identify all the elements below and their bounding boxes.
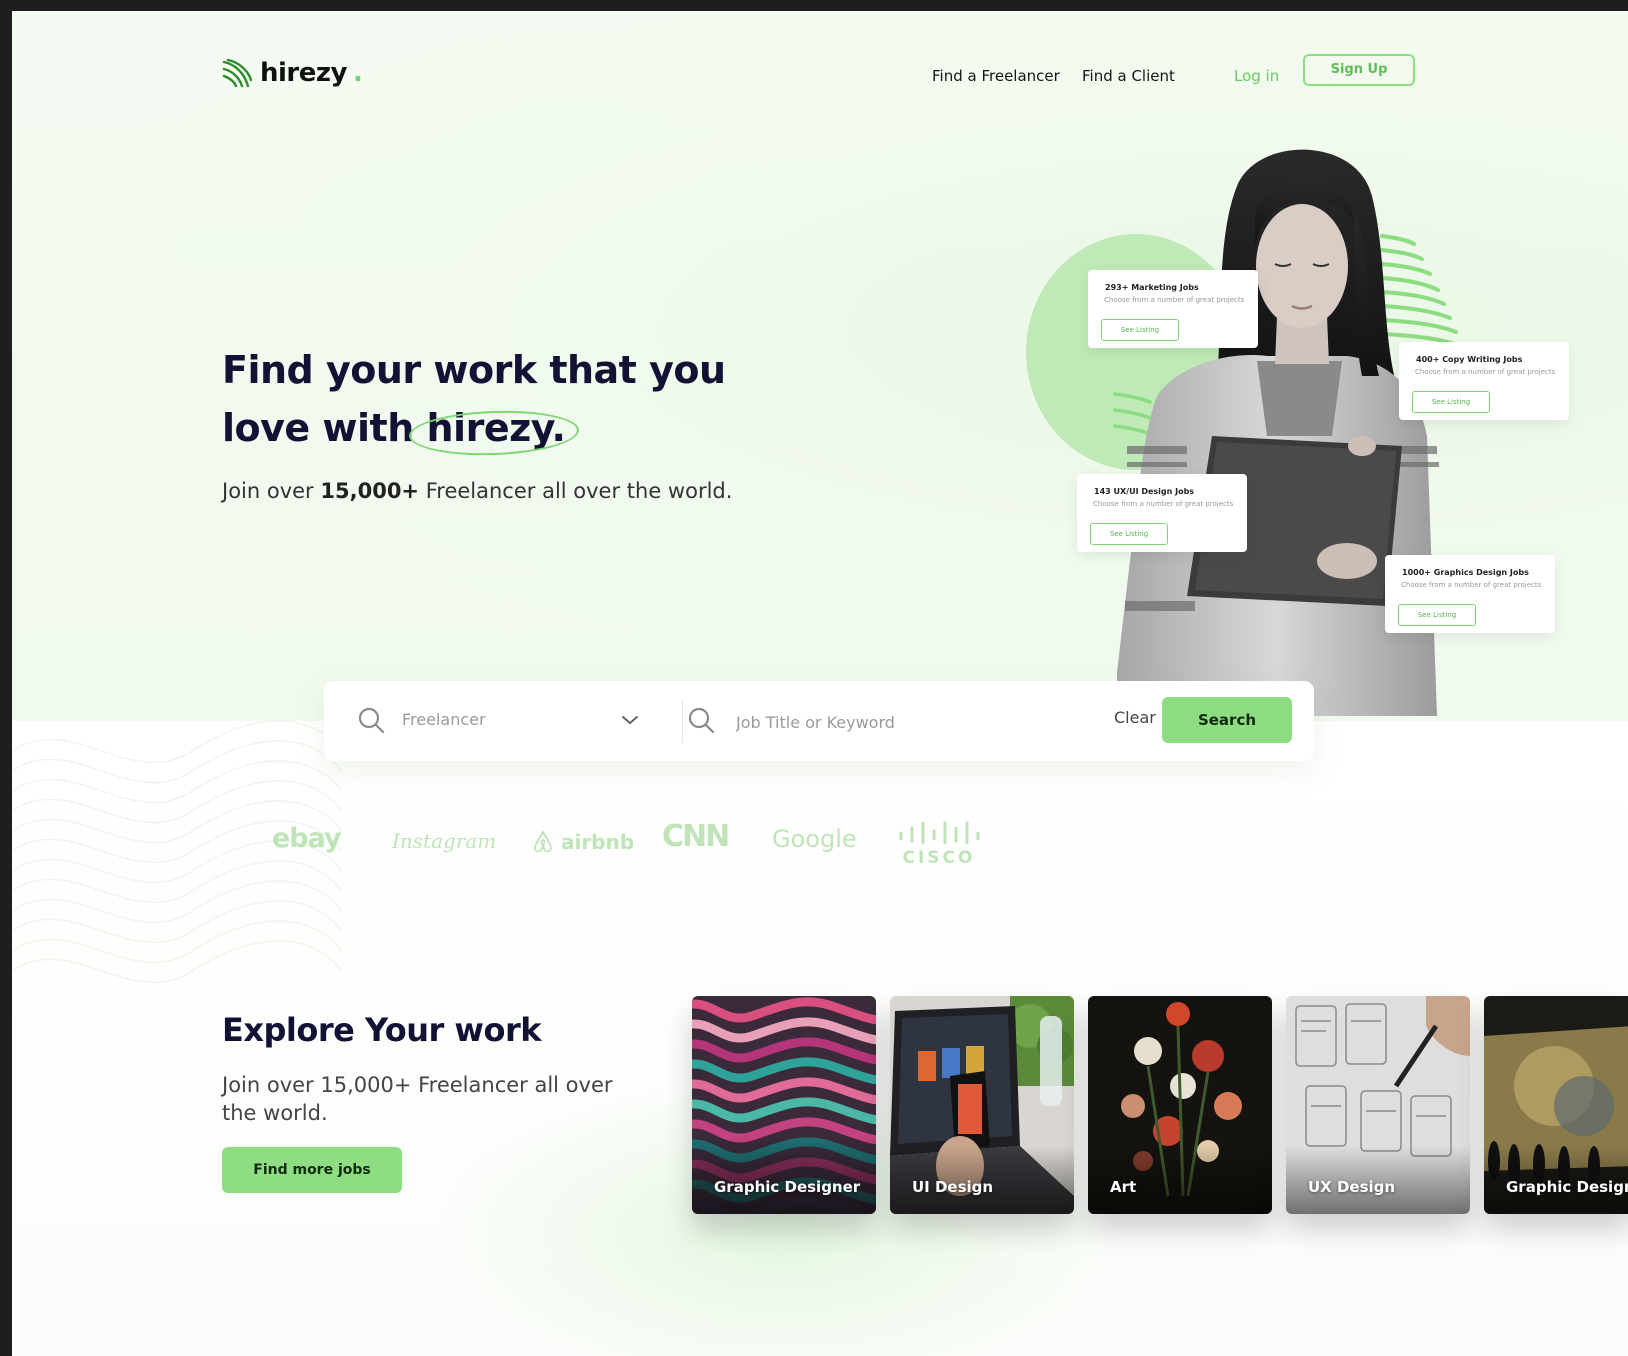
job-card-title: 143 UX/UI Design Jobs — [1094, 487, 1195, 496]
partner-logo-google: Google — [772, 825, 857, 853]
airbnb-icon — [534, 830, 552, 853]
hero-title: Find your work that you love with hirezy… — [222, 341, 782, 458]
page: hirezy. Find a Freelancer Find a Client … — [12, 11, 1628, 1356]
category-select[interactable]: Freelancer — [402, 710, 486, 729]
nav-find-freelancer[interactable]: Find a Freelancer — [932, 67, 1060, 85]
partner-logo-instagram: Instagram — [392, 829, 497, 853]
hero-subtitle-suffix: Freelancer all over the world. — [425, 479, 733, 503]
search-bar: Freelancer Clear Search — [324, 681, 1314, 761]
brand-dot: . — [352, 58, 363, 88]
category-label: UX Design — [1308, 1178, 1396, 1196]
job-card-subtitle: Choose from a number of great projects — [1093, 500, 1234, 508]
see-listing-button[interactable]: See Listing — [1398, 604, 1476, 626]
search-icon — [358, 707, 385, 734]
brand-logo[interactable]: hirezy. — [222, 53, 363, 93]
keyword-search-input[interactable] — [734, 708, 1098, 736]
category-tile-graphic-designer-2[interactable]: Graphic Designe — [1484, 996, 1628, 1214]
category-label: Graphic Designe — [1506, 1178, 1628, 1196]
job-card-title: 293+ Marketing Jobs — [1105, 283, 1199, 292]
find-more-jobs-button[interactable]: Find more jobs — [222, 1147, 402, 1193]
see-listing-button[interactable]: See Listing — [1101, 319, 1179, 341]
see-listing-button[interactable]: See Listing — [1412, 391, 1490, 413]
login-link[interactable]: Log in — [1234, 67, 1279, 85]
category-tile-art[interactable]: Art — [1088, 996, 1272, 1214]
category-tile-graphic-designer[interactable]: Graphic Designer — [692, 996, 876, 1214]
explore-title: Explore Your work — [222, 1011, 542, 1049]
category-label: Art — [1110, 1178, 1137, 1196]
clear-button[interactable]: Clear — [1114, 708, 1156, 727]
hero-subtitle-count: 15,000+ — [320, 479, 420, 503]
chevron-down-icon[interactable] — [621, 714, 639, 726]
partner-logo-cnn: CNN — [662, 819, 730, 854]
nav-find-client[interactable]: Find a Client — [1082, 67, 1175, 85]
job-card-copywriting: 400+ Copy Writing Jobs Choose from a num… — [1399, 342, 1569, 420]
job-card-subtitle: Choose from a number of great projects — [1415, 368, 1556, 376]
job-card-title: 400+ Copy Writing Jobs — [1416, 355, 1523, 364]
hero-title-brand-wrap: hirezy. — [407, 399, 580, 458]
search-icon — [688, 707, 715, 734]
see-listing-button[interactable]: See Listing — [1090, 523, 1168, 545]
explore-subtitle: Join over 15,000+ Freelancer all over th… — [222, 1073, 613, 1125]
category-label: UI Design — [912, 1178, 994, 1196]
job-card-title: 1000+ Graphics Design Jobs — [1402, 568, 1529, 577]
hero-title-line1: Find your work that you — [222, 348, 726, 392]
job-card-graphics: 1000+ Graphics Design Jobs Choose from a… — [1385, 555, 1555, 633]
job-card-subtitle: Choose from a number of great projects — [1401, 581, 1542, 589]
partner-logo-cisco: CISCO — [899, 821, 980, 865]
hero-title-line2: love with — [222, 406, 414, 450]
brand-name: hirezy — [260, 58, 347, 88]
search-button[interactable]: Search — [1162, 697, 1292, 743]
search-divider — [682, 699, 683, 743]
signup-button[interactable]: Sign Up — [1303, 54, 1415, 86]
hero-subtitle: Join over 15,000+ Freelancer all over th… — [222, 479, 732, 503]
wave-pattern — [12, 720, 342, 984]
partner-logo-airbnb-text: airbnb — [560, 830, 635, 854]
job-card-subtitle: Choose from a number of great projects — [1104, 296, 1245, 304]
category-tile-ux-design[interactable]: UX Design — [1286, 996, 1470, 1214]
category-tile-ui-design[interactable]: UI Design — [890, 996, 1074, 1214]
partner-logo-cisco-text: CISCO — [903, 848, 976, 865]
partner-logo-airbnb: airbnb — [532, 829, 634, 854]
hero-subtitle-prefix: Join over — [222, 479, 314, 503]
logo-mark-icon — [222, 58, 252, 88]
job-card-marketing: 293+ Marketing Jobs Choose from a number… — [1088, 270, 1258, 348]
partner-logo-ebay: ebay — [272, 823, 342, 854]
category-label: Graphic Designer — [714, 1178, 861, 1196]
job-card-uxui: 143 UX/UI Design Jobs Choose from a numb… — [1077, 474, 1247, 552]
